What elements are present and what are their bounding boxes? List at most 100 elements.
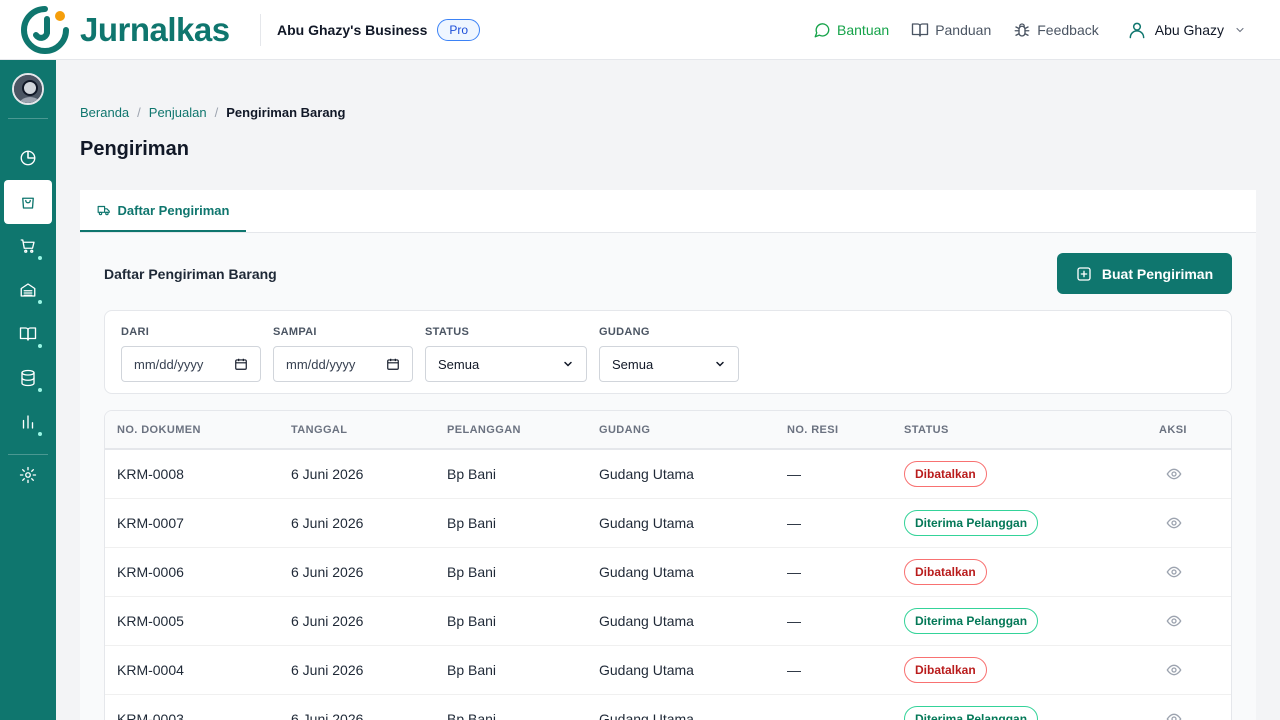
help-link[interactable]: Bantuan — [813, 21, 889, 39]
brand-name: Jurnalkas — [80, 10, 230, 48]
tab-shipment-list[interactable]: Daftar Pengiriman — [80, 190, 246, 232]
book-icon — [19, 327, 37, 341]
cell-date: 6 Juni 2026 — [291, 662, 364, 678]
plan-badge: Pro — [437, 18, 481, 41]
cell-customer: Bp Bani — [447, 662, 497, 678]
warehouse-select[interactable]: Semua — [599, 346, 739, 382]
filter-from-label: DARI — [121, 326, 150, 338]
bug-icon — [1014, 22, 1030, 37]
view-eye-icon[interactable] — [1166, 515, 1182, 536]
view-eye-icon[interactable] — [1166, 613, 1182, 634]
shopping-bag-icon — [22, 197, 34, 209]
date-to-input[interactable]: mm/dd/yyyy — [273, 346, 413, 382]
sidebar — [0, 60, 56, 720]
status-badge: Diterima Pelanggan — [904, 706, 1039, 720]
status-badge: Diterima Pelanggan — [904, 510, 1039, 536]
status-select[interactable]: Semua — [425, 346, 587, 382]
database-icon — [21, 369, 35, 387]
view-eye-icon[interactable] — [1166, 466, 1182, 487]
view-eye-icon[interactable] — [1166, 711, 1182, 720]
sidebar-item-dashboard[interactable] — [0, 136, 56, 180]
submenu-dot — [38, 432, 42, 436]
cell-doc-number: KRM-0004 — [117, 662, 184, 678]
table-row[interactable]: KRM-0008 6 Juni 2026 Bp Bani Gudang Utam… — [105, 450, 1231, 499]
sidebar-item-purchases[interactable] — [0, 224, 56, 268]
cell-warehouse: Gudang Utama — [599, 564, 694, 580]
cell-receipt: — — [787, 662, 801, 678]
cell-customer: Bp Bani — [447, 613, 497, 629]
cell-date: 6 Juni 2026 — [291, 613, 364, 629]
breadcrumb-parent[interactable]: Penjualan — [149, 105, 207, 120]
column-header: NO. RESI — [787, 424, 839, 436]
sidebar-item-inventory[interactable] — [0, 268, 56, 312]
calendar-icon — [387, 358, 399, 370]
cell-warehouse: Gudang Utama — [599, 662, 694, 678]
filter-to-label: SAMPAI — [273, 326, 317, 338]
view-eye-icon[interactable] — [1166, 662, 1182, 683]
avatar[interactable] — [12, 73, 44, 105]
help-label: Bantuan — [837, 21, 890, 38]
status-badge: Dibatalkan — [904, 559, 987, 585]
sidebar-item-reports[interactable] — [0, 400, 56, 444]
jurnalkas-logo-icon — [20, 5, 70, 55]
shipments-table: NO. DOKUMEN TANGGAL PELANGGAN GUDANG NO.… — [104, 410, 1232, 720]
plus-square-icon — [1077, 266, 1091, 281]
submenu-dot — [38, 388, 42, 392]
cell-doc-number: KRM-0007 — [117, 515, 184, 531]
cell-receipt: — — [787, 466, 801, 482]
user-menu[interactable]: Abu Ghazy — [1127, 20, 1246, 40]
section-title: Daftar Pengiriman Barang — [104, 266, 277, 282]
breadcrumb-home[interactable]: Beranda — [80, 105, 129, 120]
book-open-icon — [912, 22, 929, 37]
column-header: NO. DOKUMEN — [117, 424, 201, 436]
cell-receipt: — — [787, 515, 801, 531]
feedback-label: Feedback — [1037, 21, 1099, 38]
create-shipment-label: Buat Pengiriman — [1101, 265, 1214, 282]
date-from-placeholder: mm/dd/yyyy — [134, 356, 204, 372]
cell-warehouse: Gudang Utama — [599, 711, 694, 720]
status-badge: Dibatalkan — [904, 461, 987, 487]
date-from-input[interactable]: mm/dd/yyyy — [121, 346, 261, 382]
view-eye-icon[interactable] — [1166, 564, 1182, 585]
guide-link[interactable]: Panduan — [911, 21, 991, 39]
create-shipment-button[interactable]: Buat Pengiriman — [1057, 253, 1232, 294]
breadcrumb-separator: / — [137, 105, 141, 120]
filter-from: DARI mm/dd/yyyy — [121, 326, 261, 382]
brand-logo[interactable]: Jurnalkas — [0, 5, 260, 55]
feedback-link[interactable]: Feedback — [1013, 21, 1099, 39]
cell-customer: Bp Bani — [447, 711, 497, 720]
filter-warehouse-label: GUDANG — [599, 326, 650, 338]
cell-doc-number: KRM-0005 — [117, 613, 184, 629]
cell-doc-number: KRM-0006 — [117, 564, 184, 580]
filter-status-label: STATUS — [425, 326, 470, 338]
user-name: Abu Ghazy — [1154, 21, 1224, 38]
submenu-dot — [38, 256, 42, 260]
sidebar-item-settings[interactable] — [0, 453, 56, 497]
sidebar-item-data[interactable] — [0, 356, 56, 400]
table-row[interactable]: KRM-0007 6 Juni 2026 Bp Bani Gudang Utam… — [105, 499, 1231, 548]
sidebar-item-accounting[interactable] — [0, 312, 56, 356]
column-header: GUDANG — [599, 424, 651, 436]
business-name[interactable]: Abu Ghazy's Business — [277, 22, 427, 38]
guide-label: Panduan — [935, 21, 992, 38]
warehouse-select-value: Semua — [612, 356, 654, 372]
main-content: Daftar Pengiriman Barang Buat Pengiriman… — [80, 233, 1256, 720]
table-row[interactable]: KRM-0003 6 Juni 2026 Bp Bani Gudang Utam… — [105, 695, 1231, 720]
status-badge: Diterima Pelanggan — [904, 608, 1039, 634]
table-row[interactable]: KRM-0004 6 Juni 2026 Bp Bani Gudang Utam… — [105, 646, 1231, 695]
table-row[interactable]: KRM-0005 6 Juni 2026 Bp Bani Gudang Utam… — [105, 597, 1231, 646]
cell-receipt: — — [787, 711, 801, 720]
date-to-placeholder: mm/dd/yyyy — [286, 356, 356, 372]
cell-date: 6 Juni 2026 — [291, 466, 364, 482]
sidebar-item-sales[interactable] — [4, 180, 52, 224]
breadcrumb-separator: / — [214, 105, 219, 120]
cell-doc-number: KRM-0008 — [117, 466, 184, 482]
column-header: STATUS — [904, 424, 949, 436]
table-row[interactable]: KRM-0006 6 Juni 2026 Bp Bani Gudang Utam… — [105, 548, 1231, 597]
cell-customer: Bp Bani — [447, 466, 497, 482]
page-title: Pengiriman — [80, 138, 189, 160]
filter-panel: DARI mm/dd/yyyy SAMPAI mm/dd/yyyy STATUS… — [104, 310, 1232, 394]
chevron-down-icon — [716, 361, 724, 367]
cell-date: 6 Juni 2026 — [291, 711, 364, 720]
cell-date: 6 Juni 2026 — [291, 564, 364, 580]
